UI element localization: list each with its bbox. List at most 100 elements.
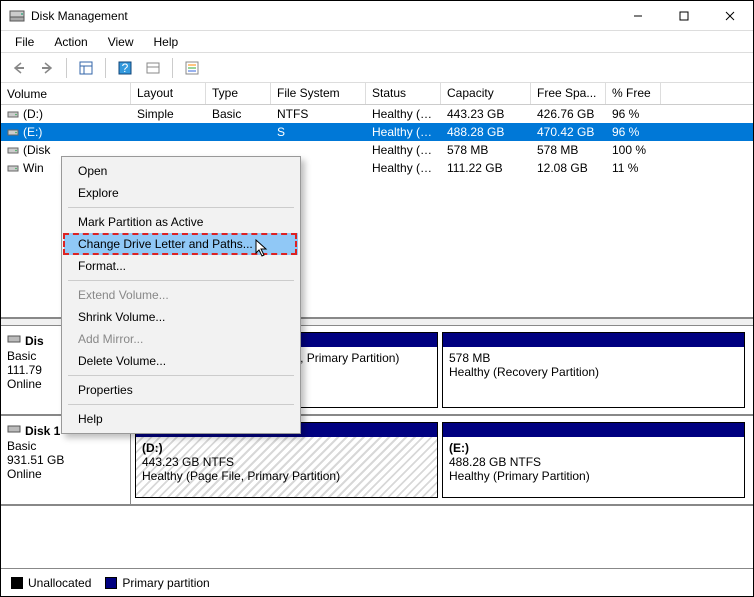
volume-capacity: 111.22 GB <box>441 161 531 175</box>
swatch-primary <box>105 577 117 589</box>
partition-body: (E:)488.28 GB NTFSHealthy (Primary Parti… <box>443 437 744 497</box>
volume-free: 426.76 GB <box>531 107 606 121</box>
header-volume[interactable]: Volume <box>1 83 131 104</box>
header-type[interactable]: Type <box>206 83 271 104</box>
volume-fs: S <box>271 125 366 139</box>
drive-icon <box>7 126 19 138</box>
volume-percentfree: 100 % <box>606 143 661 157</box>
settings-button[interactable] <box>141 56 165 80</box>
header-freespace[interactable]: Free Spa... <box>531 83 606 104</box>
list-button[interactable] <box>180 56 204 80</box>
header-capacity[interactable]: Capacity <box>441 83 531 104</box>
menu-help[interactable]: Help <box>146 33 187 51</box>
header-filesystem[interactable]: File System <box>271 83 366 104</box>
drive-icon <box>7 162 19 174</box>
partition-status: Healthy (Page File, Primary Partition) <box>142 469 431 483</box>
disk-icon <box>7 332 21 349</box>
volume-status: Healthy (P... <box>366 107 441 121</box>
volume-capacity: 488.28 GB <box>441 125 531 139</box>
volume-name: (Disk <box>23 143 50 157</box>
drive-icon <box>7 144 19 156</box>
partition-status: Healthy (Primary Partition) <box>449 469 738 483</box>
help-button[interactable]: ? <box>113 56 137 80</box>
legend-primary-label: Primary partition <box>122 576 209 590</box>
volume-status: Healthy (R... <box>366 143 441 157</box>
volume-row[interactable]: (E:)SHealthy (P...488.28 GB470.42 GB96 % <box>1 123 753 141</box>
volume-layout: Simple <box>131 107 206 121</box>
volume-percentfree: 96 % <box>606 125 661 139</box>
menu-item[interactable]: Mark Partition as Active <box>64 211 298 233</box>
menu-item[interactable]: Delete Volume... <box>64 350 298 372</box>
volume-percentfree: 11 % <box>606 161 661 175</box>
header-status[interactable]: Status <box>366 83 441 104</box>
volume-row[interactable]: (D:) SimpleBasicNTFSHealthy (P...443.23 G… <box>1 105 753 123</box>
menu-file[interactable]: File <box>7 33 42 51</box>
volume-fs: NTFS <box>271 107 366 121</box>
partition[interactable]: (E:)488.28 GB NTFSHealthy (Primary Parti… <box>442 422 745 498</box>
view-button[interactable] <box>74 56 98 80</box>
toolbar-separator <box>172 58 173 78</box>
partition-size: 578 MB <box>449 351 738 365</box>
menu-item[interactable]: Properties <box>64 379 298 401</box>
menubar: File Action View Help <box>1 31 753 53</box>
maximize-button[interactable] <box>661 1 707 30</box>
drive-icon <box>7 108 19 120</box>
menu-action[interactable]: Action <box>46 33 95 51</box>
menu-item: Add Mirror... <box>64 328 298 350</box>
menu-item[interactable]: Open <box>64 160 298 182</box>
volume-capacity: 443.23 GB <box>441 107 531 121</box>
swatch-unallocated <box>11 577 23 589</box>
header-layout[interactable]: Layout <box>131 83 206 104</box>
volume-type: Basic <box>206 107 271 121</box>
menu-item[interactable]: Explore <box>64 182 298 204</box>
partition[interactable]: 578 MBHealthy (Recovery Partition) <box>442 332 745 408</box>
context-menu: OpenExploreMark Partition as ActiveChang… <box>61 156 301 434</box>
legend-unallocated-label: Unallocated <box>28 576 91 590</box>
partition-header <box>443 423 744 437</box>
menu-item: Extend Volume... <box>64 284 298 306</box>
toolbar-separator <box>66 58 67 78</box>
window-buttons <box>615 1 753 30</box>
minimize-button[interactable] <box>615 1 661 30</box>
titlebar: Disk Management <box>1 1 753 31</box>
partition-label: (E:) <box>449 441 738 455</box>
volume-percentfree: 96 % <box>606 107 661 121</box>
back-button[interactable] <box>7 56 31 80</box>
partition-size: 443.23 GB NTFS <box>142 455 431 469</box>
volume-free: 578 MB <box>531 143 606 157</box>
partition-body: 578 MBHealthy (Recovery Partition) <box>443 347 744 407</box>
volume-capacity: 578 MB <box>441 143 531 157</box>
forward-button[interactable] <box>35 56 59 80</box>
legend-unallocated: Unallocated <box>11 576 91 590</box>
window-title: Disk Management <box>31 9 615 23</box>
menu-separator <box>68 207 294 208</box>
disk-size: 931.51 GB <box>7 453 124 467</box>
menu-item[interactable]: Format... <box>64 255 298 277</box>
partition-label: (D:) <box>142 441 431 455</box>
partition-size: 488.28 GB NTFS <box>449 455 738 469</box>
header-percentfree[interactable]: % Free <box>606 83 661 104</box>
menu-item[interactable]: Shrink Volume... <box>64 306 298 328</box>
volume-name: (D:) <box>23 107 43 121</box>
volume-status: Healthy (S... <box>366 161 441 175</box>
partition-header <box>443 333 744 347</box>
volume-free: 12.08 GB <box>531 161 606 175</box>
legend-primary: Primary partition <box>105 576 209 590</box>
disk-type: Basic <box>7 439 124 453</box>
menu-item[interactable]: Help <box>64 408 298 430</box>
menu-view[interactable]: View <box>100 33 142 51</box>
svg-text:?: ? <box>122 61 129 75</box>
close-button[interactable] <box>707 1 753 30</box>
menu-separator <box>68 404 294 405</box>
partition-status: Healthy (Recovery Partition) <box>449 365 738 379</box>
app-icon <box>9 8 25 24</box>
volume-name: Win <box>23 161 44 175</box>
volume-list-header: Volume Layout Type File System Status Ca… <box>1 83 753 105</box>
volume-free: 470.42 GB <box>531 125 606 139</box>
legend: Unallocated Primary partition <box>1 568 753 596</box>
menu-separator <box>68 280 294 281</box>
volume-status: Healthy (P... <box>366 125 441 139</box>
menu-separator <box>68 375 294 376</box>
cursor-icon <box>255 239 273 257</box>
disk-management-window: Disk Management File Action View Help ? … <box>0 0 754 597</box>
